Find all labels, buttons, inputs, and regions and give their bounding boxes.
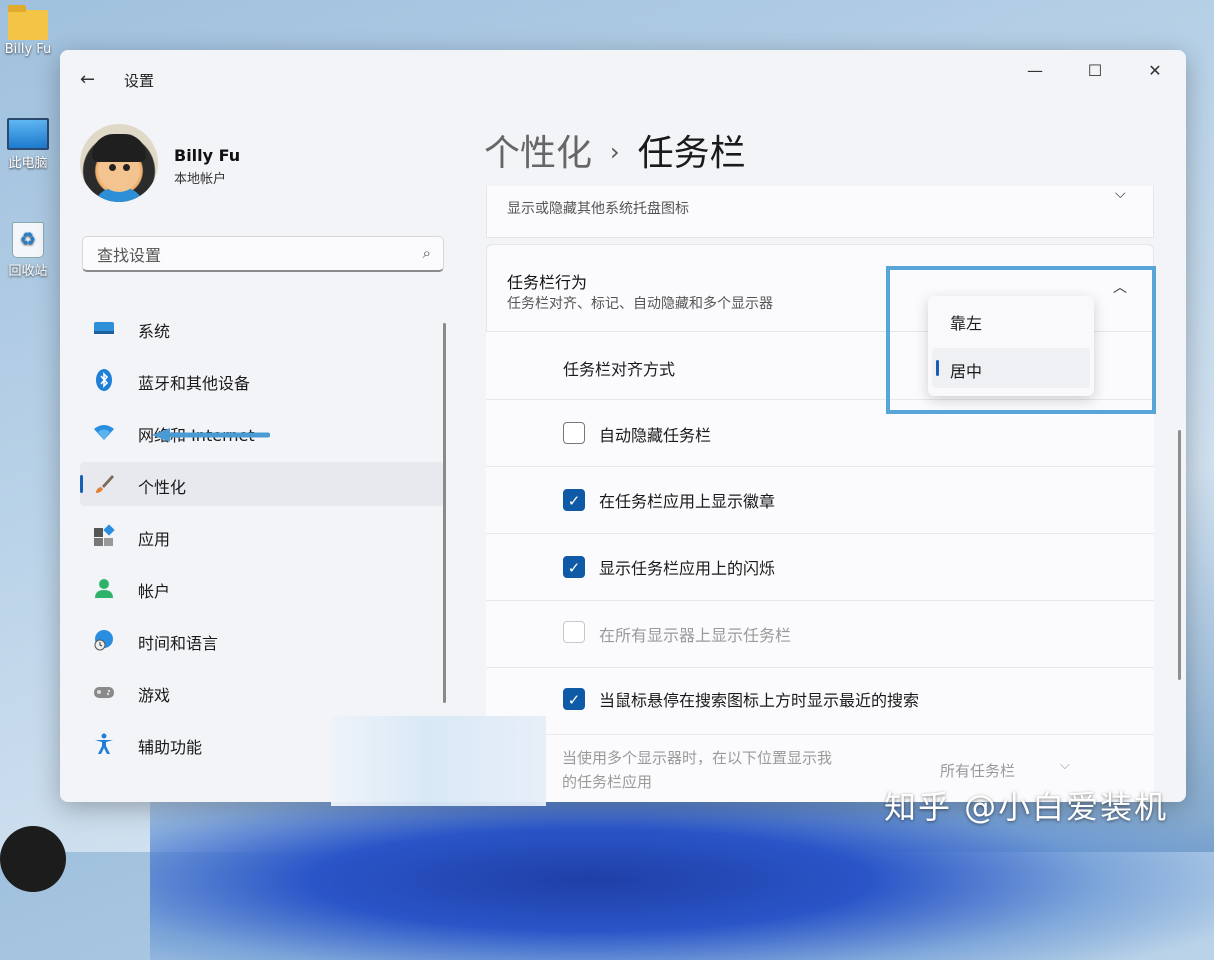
annotation-arrow <box>152 428 270 442</box>
multi-display-value: 所有任务栏 <box>940 762 1016 780</box>
avatar[interactable] <box>80 124 158 202</box>
watermark: 知乎 @小白爱装机 <box>884 788 1169 826</box>
auto-hide-label: 自动隐藏任务栏 <box>599 426 712 445</box>
back-arrow-icon[interactable]: ← <box>80 70 100 90</box>
desktop-this-pc[interactable]: 此电脑 <box>0 118 56 171</box>
all-displays-label: 在所有显示器上显示任务栏 <box>599 626 792 645</box>
chevron-down-icon: ⌵ <box>1060 758 1070 773</box>
desktop-recycle-bin-label: 回收站 <box>8 264 48 279</box>
chevron-down-icon[interactable]: ⌵ <box>1115 186 1126 202</box>
desktop-folder[interactable]: Billy Fu <box>0 5 56 57</box>
sidebar-item-label: 时间和语言 <box>138 634 219 653</box>
search-input[interactable] <box>95 243 399 267</box>
other-tray-subtitle: 显示或隐藏其他系统托盘图标 <box>507 201 689 217</box>
checkbox-row: 在所有显示器上显示任务栏 <box>486 601 1154 668</box>
sidebar-item-label: 应用 <box>138 530 171 549</box>
sidebar-item-bluetooth[interactable]: 蓝牙和其他设备 <box>80 358 444 402</box>
page-title: 任务栏 <box>637 133 746 174</box>
system-icon <box>94 322 114 334</box>
settings-window: ← 设置 — ☐ ✕ Billy Fu 本地帐户 ⌕ 系统 蓝牙和其他设备 网络… <box>60 50 1186 802</box>
sidebar-item-apps[interactable]: 应用 <box>80 514 444 558</box>
flashing-checkbox[interactable]: ✓ <box>563 556 585 578</box>
other-tray-icons-card[interactable]: 显示或隐藏其他系统托盘图标 ⌵ <box>486 186 1154 238</box>
sidebar-item-personalization[interactable]: 个性化 <box>80 462 444 506</box>
sidebar-item-label: 帐户 <box>138 582 171 601</box>
checkbox-row[interactable]: ✓ 当鼠标悬停在搜索图标上方时显示最近的搜索 <box>486 668 1154 735</box>
time-language-icon <box>94 630 113 651</box>
highlight-annotation <box>886 266 1156 414</box>
brush-icon <box>96 475 114 493</box>
desktop-this-pc-label: 此电脑 <box>8 156 48 171</box>
blurred-area <box>331 716 546 806</box>
active-indicator <box>80 475 83 493</box>
auto-hide-checkbox[interactable] <box>563 422 585 444</box>
bluetooth-icon <box>96 369 112 391</box>
app-title: 设置 <box>124 72 155 90</box>
search-box[interactable]: ⌕ <box>82 236 444 272</box>
badges-label: 在任务栏应用上显示徽章 <box>599 492 776 511</box>
account-type: 本地帐户 <box>174 172 227 187</box>
sidebar-item-label: 个性化 <box>138 478 187 497</box>
close-button[interactable]: ✕ <box>1132 60 1178 82</box>
recent-searches-checkbox[interactable]: ✓ <box>563 688 585 710</box>
all-displays-checkbox <box>563 621 585 643</box>
breadcrumb: 个性化 › 任务栏 <box>484 124 746 176</box>
user-name: Billy Fu <box>174 146 241 165</box>
recycle-bin-icon: ♻ <box>12 222 44 258</box>
sidebar-item-time-language[interactable]: 时间和语言 <box>80 618 444 662</box>
wifi-icon <box>94 425 114 440</box>
sidebar-scrollbar[interactable] <box>443 323 446 703</box>
multi-display-label-line1: 当使用多个显示器时，在以下位置显示我 <box>562 749 833 767</box>
apps-icon <box>94 524 115 546</box>
alignment-label: 任务栏对齐方式 <box>563 360 676 379</box>
breadcrumb-parent[interactable]: 个性化 <box>484 133 592 174</box>
computer-icon <box>7 118 49 150</box>
breadcrumb-separator: › <box>610 138 620 166</box>
taskbar-behaviors-subtitle: 任务栏对齐、标记、自动隐藏和多个显示器 <box>507 296 773 312</box>
sidebar-item-label: 辅助功能 <box>138 738 203 757</box>
corner-button <box>0 826 66 892</box>
checkbox-row[interactable]: ✓ 显示任务栏应用上的闪烁 <box>486 534 1154 601</box>
folder-icon <box>8 5 48 40</box>
flashing-label: 显示任务栏应用上的闪烁 <box>599 559 776 578</box>
checkbox-row[interactable]: ✓ 在任务栏应用上显示徽章 <box>486 467 1154 534</box>
title-bar: ← 设置 — ☐ ✕ <box>60 50 1186 110</box>
account-icon <box>95 579 113 598</box>
desktop-folder-label: Billy Fu <box>4 42 52 57</box>
recent-searches-label: 当鼠标悬停在搜索图标上方时显示最近的搜索 <box>599 691 920 710</box>
sidebar-item-accounts[interactable]: 帐户 <box>80 566 444 610</box>
gamepad-icon <box>94 687 114 698</box>
sidebar-item-label: 系统 <box>138 322 171 341</box>
sidebar-item-label: 蓝牙和其他设备 <box>138 374 251 393</box>
desktop-recycle-bin[interactable]: ♻ 回收站 <box>0 222 56 279</box>
content-scrollbar[interactable] <box>1178 430 1181 680</box>
sidebar-item-label: 游戏 <box>138 686 171 705</box>
maximize-button[interactable]: ☐ <box>1072 60 1118 82</box>
sidebar-item-system[interactable]: 系统 <box>80 306 444 350</box>
sidebar-item-gaming[interactable]: 游戏 <box>80 670 444 714</box>
badges-checkbox[interactable]: ✓ <box>563 489 585 511</box>
accessibility-icon <box>95 733 113 754</box>
minimize-button[interactable]: — <box>1012 60 1058 82</box>
taskbar-behaviors-title: 任务栏行为 <box>507 273 588 292</box>
search-icon[interactable]: ⌕ <box>423 244 431 262</box>
multi-display-label-line2: 的任务栏应用 <box>562 773 653 791</box>
